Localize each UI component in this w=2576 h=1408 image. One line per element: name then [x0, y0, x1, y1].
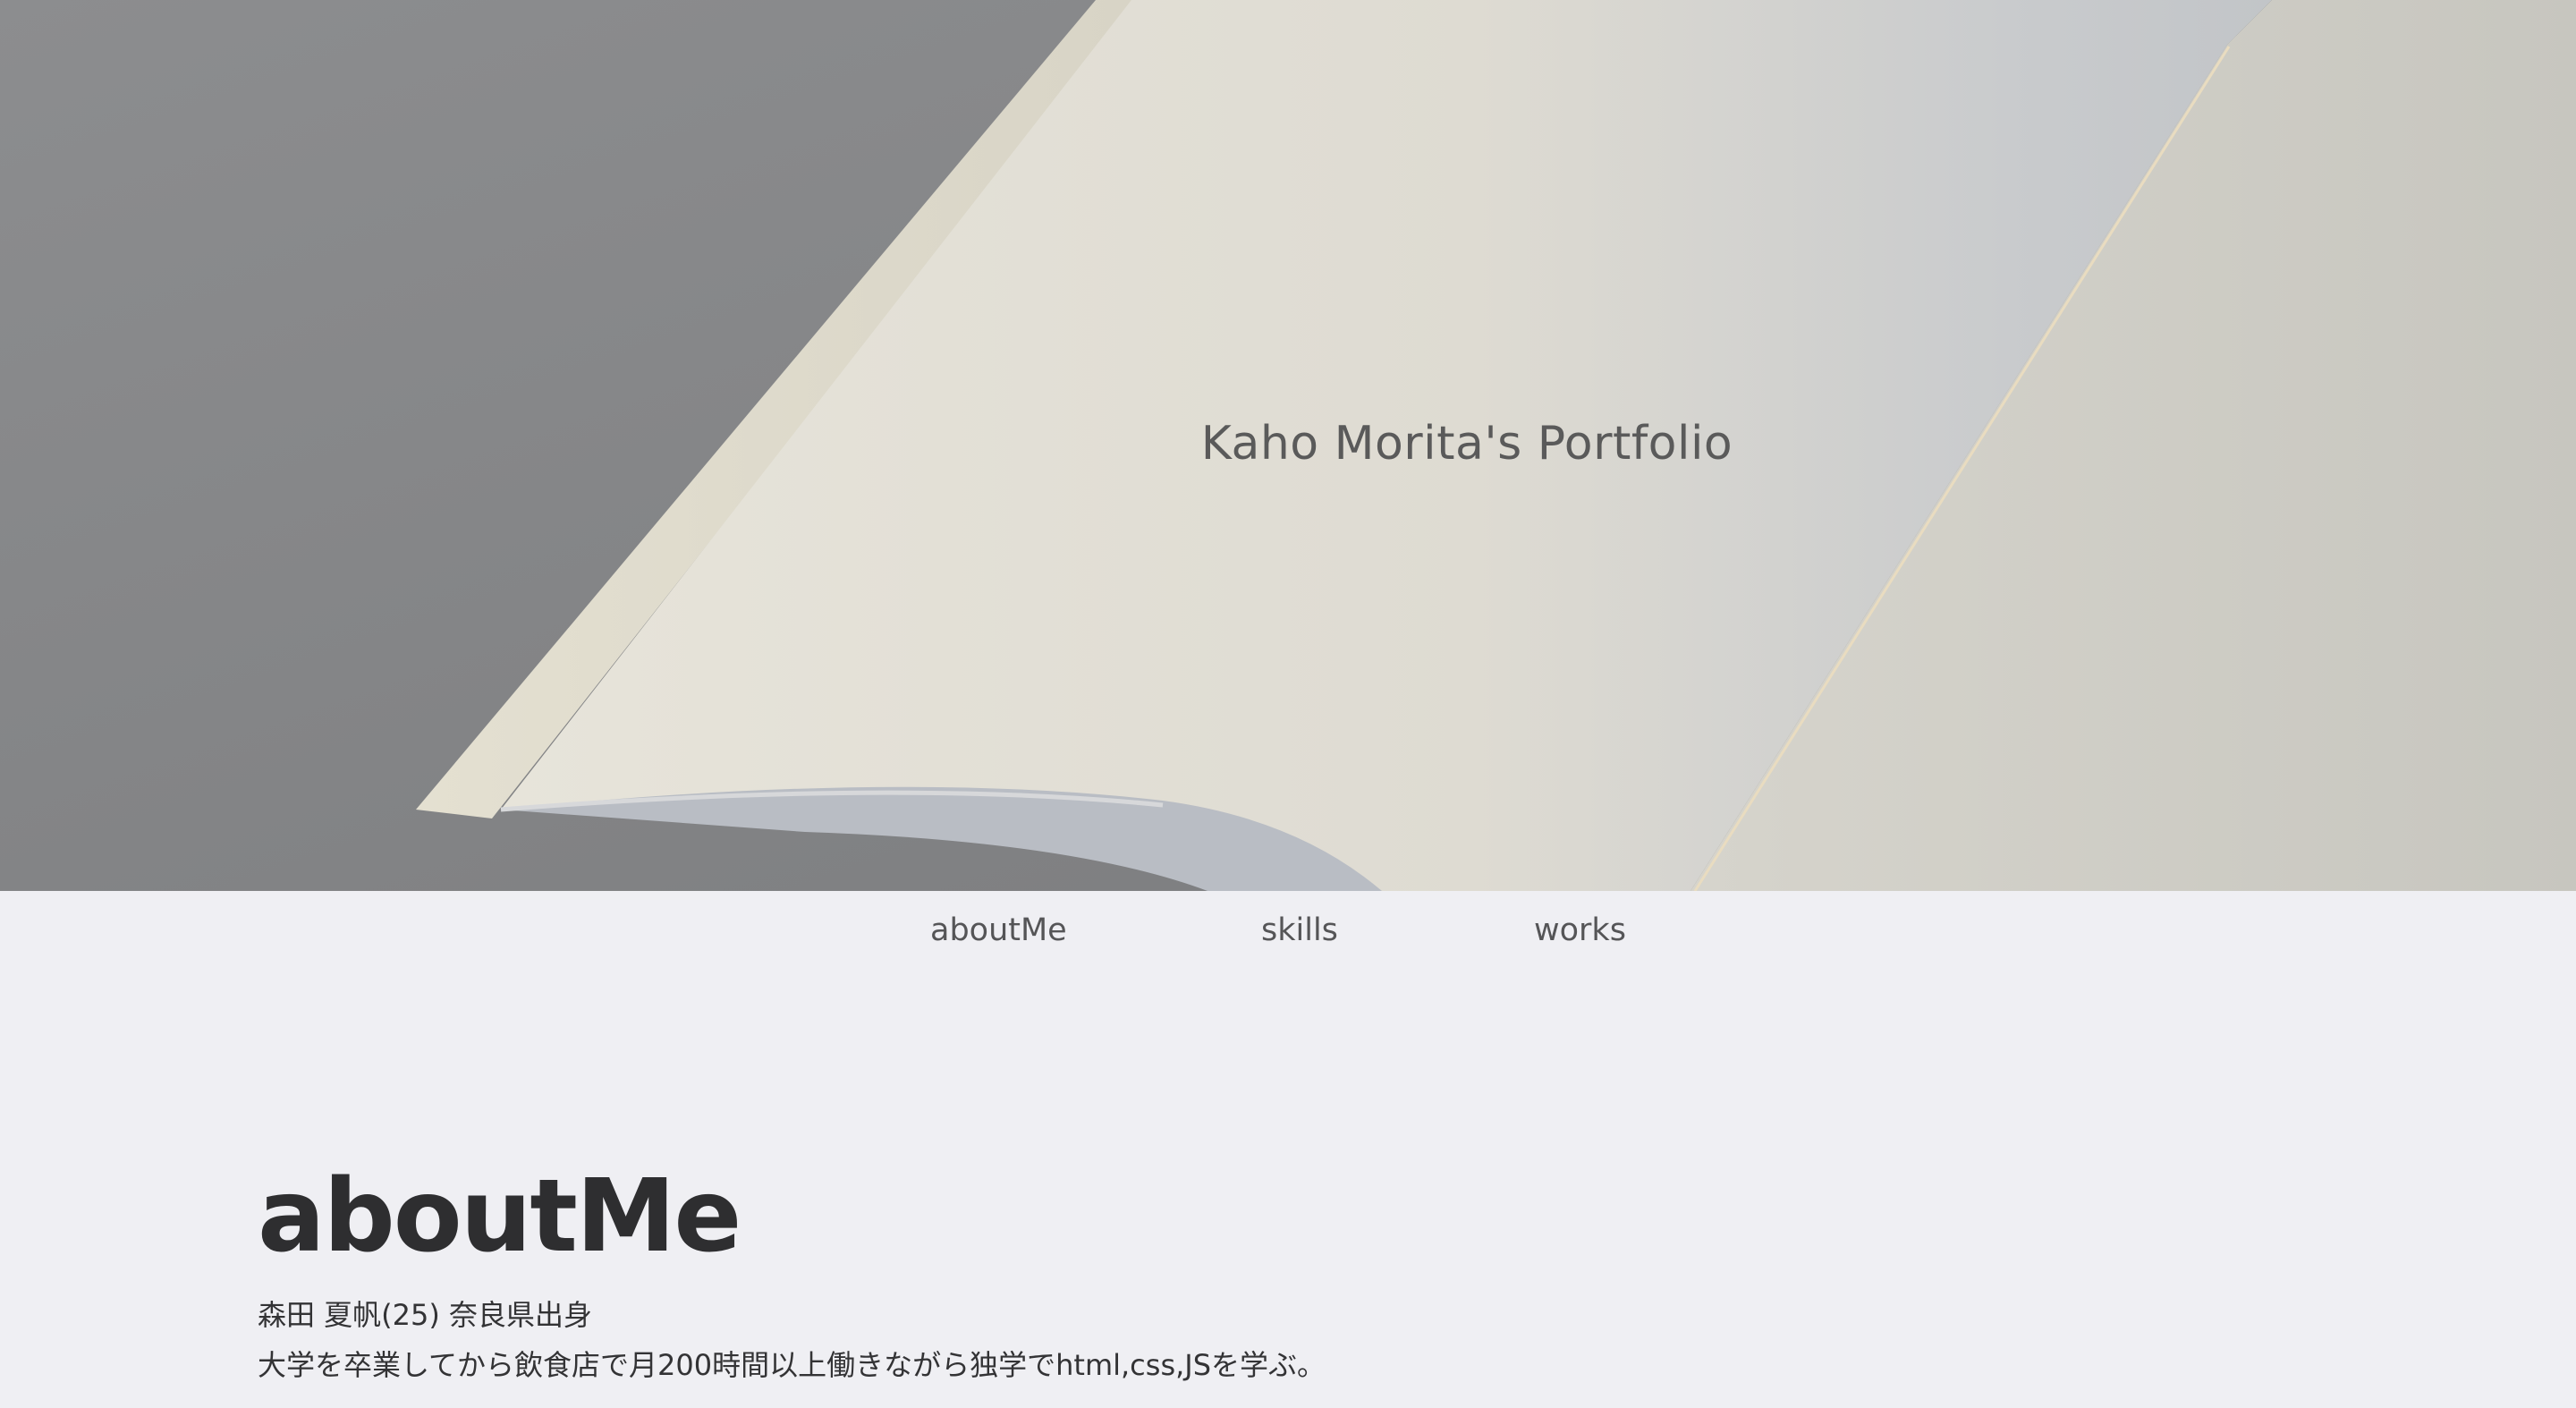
nav-link-works[interactable]: works [1534, 911, 1626, 950]
hero-banner: Kaho Morita's Portfolio [0, 0, 2576, 891]
about-heading: aboutMe [258, 1158, 741, 1275]
nav-link-aboutme[interactable]: aboutMe [930, 911, 1067, 950]
nav-link-skills[interactable]: skills [1261, 911, 1338, 950]
about-section: aboutMe 森田 夏帆(25) 奈良県出身 大学を卒業してから飲食店で月20… [258, 1154, 2315, 1390]
about-profile-line: 森田 夏帆(25) 奈良県出身 [258, 1298, 593, 1332]
main-nav: aboutMe skills works [0, 891, 2576, 980]
hero-title: Kaho Morita's Portfolio [1200, 417, 1733, 471]
about-bio-line: 大学を卒業してから飲食店で月200時間以上働きながら独学でhtml,css,JS… [258, 1348, 1326, 1382]
